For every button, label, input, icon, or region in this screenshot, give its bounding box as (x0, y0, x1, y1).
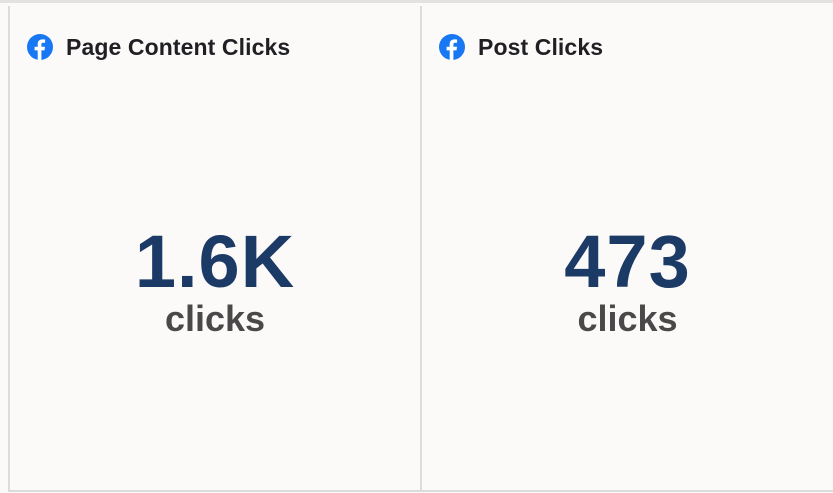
page-content-clicks-widget[interactable]: Page Content Clicks 1.6K clicks (8, 6, 422, 492)
metric-unit: clicks (577, 298, 678, 339)
facebook-icon (27, 34, 53, 60)
metric: 473 clicks (422, 219, 833, 339)
widget-title: Page Content Clicks (66, 33, 291, 60)
dashboard: Page Content Clicks 1.6K clicks Post Cli… (0, 0, 833, 493)
facebook-icon (439, 34, 465, 60)
metric: 1.6K clicks (10, 219, 420, 339)
post-clicks-widget[interactable]: Post Clicks 473 clicks (422, 6, 833, 492)
widget-header: Page Content Clicks (27, 32, 290, 62)
metric-unit: clicks (164, 298, 266, 339)
metric-value: 473 (564, 220, 691, 303)
metric-value: 1.6K (134, 220, 296, 303)
widget-title: Post Clicks (478, 33, 604, 60)
widget-header: Post Clicks (439, 32, 603, 62)
